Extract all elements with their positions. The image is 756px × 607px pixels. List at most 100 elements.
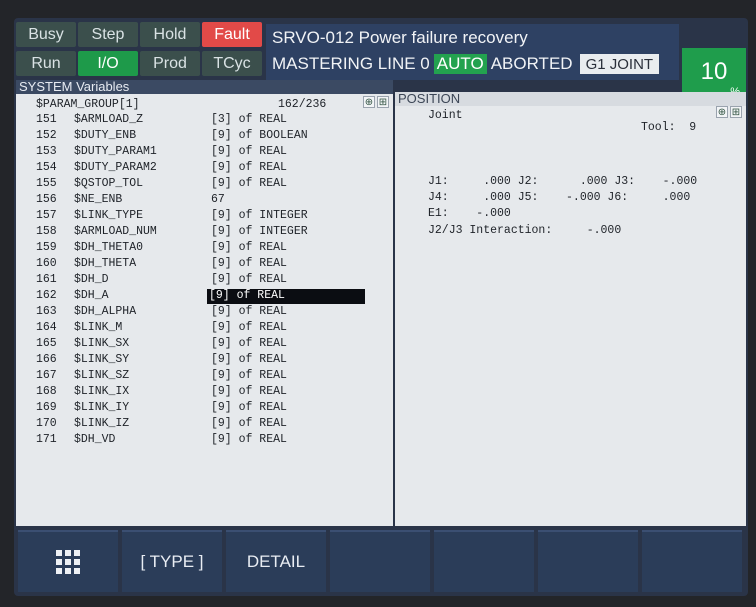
variable-row[interactable]: 163 $DH_ALPHA [9] of REAL [36,305,386,320]
variable-row[interactable]: 164 $LINK_M [9] of REAL [36,321,386,336]
variable-index: 158 [36,225,57,238]
variable-row[interactable]: 168 $LINK_IX [9] of REAL [36,385,386,400]
function-key-5[interactable] [434,530,534,592]
mode-badge: AUTO [433,54,487,74]
menu-button[interactable] [18,530,118,592]
variable-name: $DH_D [74,273,109,286]
variable-name: $LINK_M [74,321,123,334]
variable-value[interactable]: [9] of REAL [209,305,289,318]
position-controls: ⊕ ⊞ [716,106,742,118]
variable-index: 157 [36,209,57,222]
maximize-icon[interactable]: ⊞ [730,106,742,118]
variable-value[interactable]: [9] of REAL [209,145,289,158]
variable-value[interactable]: [9] of REAL [209,401,289,414]
variable-row[interactable]: 171 $DH_VD [9] of REAL [36,433,386,448]
variable-value[interactable]: [9] of REAL [209,369,289,382]
variable-name: $DH_THETA [74,257,137,270]
variable-name: $LINK_SX [74,337,130,350]
panel-title: SYSTEM Variables [16,80,393,94]
variable-index: 168 [36,385,57,398]
variable-row[interactable]: 166 $LINK_SY [9] of REAL [36,353,386,368]
variable-name: $ARMLOAD_Z [74,113,144,126]
j2j3-interaction: J2/J3 Interaction: -.000 [428,224,622,237]
variable-value[interactable]: [9] of REAL [209,177,289,190]
variable-value[interactable]: 67 [209,193,227,206]
variable-row[interactable]: 155 $QSTOP_TOL [9] of REAL [36,177,386,192]
variable-name: $LINK_IX [74,385,130,398]
function-key-7[interactable] [642,530,742,592]
variable-value[interactable]: [9] of REAL [209,241,289,254]
variable-row[interactable]: 156 $NE_ENB 67 [36,193,386,208]
position-panel[interactable]: POSITION ⊕ ⊞ Joint Tool: 9 J1: .000 J2: … [395,92,746,526]
variable-index: 155 [36,177,57,190]
joint-row-1: J1: .000 J2: .000 J3: -.000 [428,175,698,188]
variable-value[interactable]: [9] of REAL [209,353,289,366]
variable-value[interactable]: [9] of REAL [209,257,289,270]
variable-row[interactable]: 158 $ARMLOAD_NUM [9] of INTEGER [36,225,386,240]
variable-value[interactable]: [9] of INTEGER [209,225,310,238]
status-run: Run [16,51,76,76]
variable-row[interactable]: 151 $ARMLOAD_Z [3] of REAL [36,113,386,128]
variable-row[interactable]: 161 $DH_D [9] of REAL [36,273,386,288]
function-key-6[interactable] [538,530,638,592]
variable-name: $LINK_IZ [74,417,130,430]
variable-value[interactable]: [9] of REAL [209,321,289,334]
variable-name: $LINK_SZ [74,369,130,382]
variable-row[interactable]: 160 $DH_THETA [9] of REAL [36,257,386,272]
teach-pendant-bezel: Busy Step Hold Fault Run I/O Prod TCyc S… [0,0,756,607]
status-fault: Fault [202,22,262,47]
status-hold: Hold [140,22,200,47]
variable-row[interactable]: 152 $DUTY_ENB [9] of BOOLEAN [36,129,386,144]
variable-index: 164 [36,321,57,334]
variable-name: $DH_VD [74,433,116,446]
variable-value[interactable]: [9] of INTEGER [209,209,310,222]
selected-variable-value[interactable]: [9] of REAL [207,289,365,304]
type-button[interactable]: [ TYPE ] [122,530,222,592]
panel-controls: ⊕ ⊞ [363,96,389,108]
variable-name: $DH_THETA0 [74,241,144,254]
variable-index: 166 [36,353,57,366]
grid-menu-icon [56,550,80,574]
variable-row[interactable]: 162 $DH_A [9] of REAL [36,289,386,304]
variable-value[interactable]: [9] of REAL [209,433,289,446]
override-value: 10 [700,58,728,85]
variable-name: $DH_ALPHA [74,305,137,318]
detail-button[interactable]: DETAIL [226,530,326,592]
system-variables-panel[interactable]: SYSTEM Variables ⊕ ⊞ $PARAM_GROUP[1] 162… [16,80,393,526]
variable-value[interactable]: [9] of REAL [209,161,289,174]
maximize-icon[interactable]: ⊞ [377,96,389,108]
variable-value[interactable]: [3] of REAL [209,113,289,126]
variable-index: 170 [36,417,57,430]
status-io: I/O [78,51,138,76]
alarm-message: SRVO-012 Power failure recovery [272,28,528,47]
execution-status: ABORTED [490,54,573,73]
variable-name: $DUTY_PARAM1 [74,145,157,158]
variable-row[interactable]: 167 $LINK_SZ [9] of REAL [36,369,386,384]
variable-value[interactable]: [9] of REAL [209,417,289,430]
variable-value[interactable]: [9] of BOOLEAN [209,129,310,142]
variable-row[interactable]: 159 $DH_THETA0 [9] of REAL [36,241,386,256]
zoom-icon[interactable]: ⊕ [716,106,728,118]
variable-row[interactable]: 165 $LINK_SX [9] of REAL [36,337,386,352]
variable-row[interactable]: 157 $LINK_TYPE [9] of INTEGER [36,209,386,224]
variable-value[interactable]: [9] of REAL [209,337,289,350]
function-key-4[interactable] [330,530,430,592]
variable-index: 159 [36,241,57,254]
variable-index: 171 [36,433,57,446]
variable-index: 153 [36,145,57,158]
status-step: Step [78,22,138,47]
program-status-line: MASTERING LINE 0 AUTO ABORTED G1 JOINT [272,54,660,74]
joint-row-3: E1: -.000 [428,207,511,220]
variable-name: $DUTY_PARAM2 [74,161,157,174]
variable-value[interactable]: [9] of REAL [209,385,289,398]
zoom-icon[interactable]: ⊕ [363,96,375,108]
variable-row[interactable]: 170 $LINK_IZ [9] of REAL [36,417,386,432]
variable-row[interactable]: 153 $DUTY_PARAM1 [9] of REAL [36,145,386,160]
coord-system-badge: G1 JOINT [579,54,660,74]
variable-row[interactable]: 154 $DUTY_PARAM2 [9] of REAL [36,161,386,176]
variable-value[interactable]: [9] of REAL [209,273,289,286]
status-indicators: Busy Step Hold Fault Run I/O Prod TCyc [16,22,264,78]
variable-name: $LINK_SY [74,353,130,366]
variable-row[interactable]: 169 $LINK_IY [9] of REAL [36,401,386,416]
group-name: $PARAM_GROUP[1] [36,98,140,111]
